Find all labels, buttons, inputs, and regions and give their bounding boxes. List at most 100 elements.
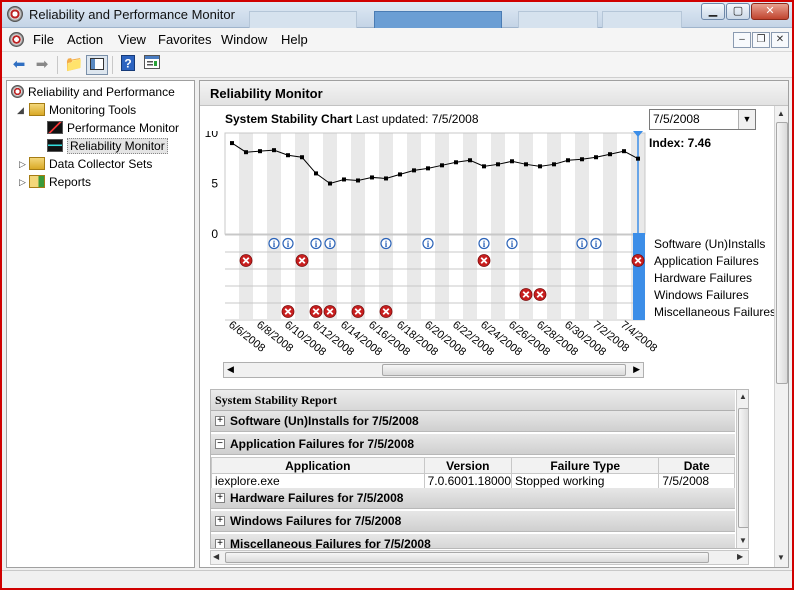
stability-data-point [286,153,290,158]
event-row-label: Windows Failures [654,288,749,302]
show-hide-tree-button[interactable] [86,55,108,75]
report-horizontal-scrollbar[interactable]: ◀ ▶ [210,550,749,565]
column-header-version[interactable]: Version [423,457,513,474]
expand-plus-icon[interactable]: + [215,516,225,526]
chart-scroll-thumb[interactable] [382,364,626,376]
tree-item-performance-monitor[interactable]: Performance Monitor [47,120,179,137]
event-row-label: Miscellaneous Failures [654,305,774,319]
section-hardware-failures[interactable]: + Hardware Failures for 7/5/2008 [211,488,735,509]
stability-data-point [496,162,500,167]
section-windows-failures[interactable]: + Windows Failures for 7/5/2008 [211,511,735,532]
selected-day-highlight [633,233,645,320]
stability-data-point [622,149,626,154]
reliability-monitor-icon [47,139,63,152]
menu-view[interactable]: View [118,32,146,47]
stability-data-point [510,159,514,164]
menu-window[interactable]: Window [221,32,267,47]
day-column-band [547,133,561,319]
panel-scroll-thumb[interactable] [776,122,788,384]
tree-item-reports[interactable]: Reports [29,174,91,191]
scroll-left-icon[interactable]: ◀ [213,552,219,561]
help-icon: ? [121,55,135,71]
close-button[interactable]: ✕ [751,3,789,20]
tree-item-monitoring-tools[interactable]: Monitoring Tools [29,102,136,119]
expand-arrow-icon[interactable]: ▷ [19,177,26,188]
scroll-down-icon[interactable]: ▼ [739,536,747,545]
app-window: Reliability and Performance Monitor ▁ ▢ … [0,0,794,590]
expand-plus-icon[interactable]: + [215,416,225,426]
toolbar: ⬅ ➡ 📁 ? [2,52,792,78]
system-stability-chart[interactable]: 10 5 0 Software (Un)Installs Application Fai… [200,131,774,361]
column-header-date[interactable]: Date [658,457,735,474]
status-bar [2,570,792,588]
stability-data-point [384,176,388,181]
collapse-minus-icon[interactable]: − [215,439,225,449]
menu-help[interactable]: Help [281,32,308,47]
minimize-icon: ▁ [708,5,718,17]
report-hscroll-thumb[interactable] [225,552,709,563]
window-title: Reliability and Performance Monitor [29,7,235,22]
back-button[interactable]: ⬅ [8,55,30,75]
scroll-right-icon[interactable]: ▶ [633,364,640,375]
stability-data-point [552,162,556,167]
restore-icon: ❐ [756,34,766,45]
dropdown-arrow-icon[interactable]: ▼ [738,110,755,129]
scroll-up-icon[interactable]: ▲ [739,392,747,401]
document-system-menu-icon[interactable] [9,32,24,47]
expand-plus-icon[interactable]: + [215,493,225,503]
menu-file[interactable]: File [33,32,54,47]
performance-monitor-icon [47,121,63,134]
maximize-button[interactable]: ▢ [726,3,750,20]
help-button[interactable]: ? [117,55,139,75]
scroll-right-icon[interactable]: ▶ [737,552,743,561]
day-column-band [351,133,365,319]
scroll-down-icon[interactable]: ▼ [777,553,785,562]
stability-data-point [398,172,402,177]
tree-item-reliability-and-performance[interactable]: Reliability and Performance [11,84,175,101]
title-bar[interactable]: Reliability and Performance Monitor ▁ ▢ … [2,2,792,28]
menu-action[interactable]: Action [67,32,103,47]
document-close-button[interactable]: ✕ [771,32,789,48]
section-software-installs[interactable]: + Software (Un)Installs for 7/5/2008 [211,411,735,432]
table-row[interactable]: iexplore.exe 7.0.6001.18000 Stopped work… [211,473,735,489]
forward-button[interactable]: ➡ [31,55,53,75]
section-label: Miscellaneous Failures for 7/5/2008 [230,537,431,549]
stability-data-point [524,162,528,167]
panel-vertical-scrollbar[interactable]: ▲ ▼ [774,106,788,567]
up-button[interactable]: 📁 [63,55,85,75]
tree-label: Reliability Monitor [67,138,168,154]
document-minimize-button[interactable]: – [733,32,751,48]
close-icon: ✕ [765,5,775,17]
stability-data-point [356,178,360,183]
cell-version: 7.0.6001.18000 [423,473,513,489]
scroll-up-icon[interactable]: ▲ [777,109,785,118]
chart-horizontal-scrollbar[interactable]: ◀ ▶ [223,362,644,378]
scroll-left-icon[interactable]: ◀ [227,364,234,375]
stability-data-point [440,163,444,168]
reports-icon [29,175,45,188]
tree-item-reliability-monitor[interactable]: Reliability Monitor [47,138,168,155]
section-miscellaneous-failures[interactable]: + Miscellaneous Failures for 7/5/2008 [211,534,735,549]
document-restore-button[interactable]: ❐ [752,32,770,48]
report-vertical-scrollbar[interactable]: ▲ ▼ [736,390,748,548]
tree-item-data-collector-sets[interactable]: Data Collector Sets [29,156,152,173]
collapse-arrow-icon[interactable]: ◢ [17,105,24,116]
background-window-tab [518,11,598,28]
y-tick-label: 0 [211,227,218,241]
section-application-failures[interactable]: − Application Failures for 7/5/2008 [211,434,735,455]
column-header-application[interactable]: Application [211,457,425,474]
report-scroll-thumb[interactable] [738,408,748,528]
menu-favorites[interactable]: Favorites [158,32,211,47]
expand-plus-icon[interactable]: + [215,539,225,548]
day-column-band [295,133,309,319]
system-stability-report: System Stability Report + Software (Un)In… [210,389,749,549]
stability-data-point [636,156,640,161]
expand-arrow-icon[interactable]: ▷ [19,159,26,170]
date-selector[interactable]: 7/5/2008 ▼ [649,109,756,130]
reliability-monitor-panel: Reliability Monitor System Stability Cha… [199,80,789,568]
properties-button[interactable] [141,55,163,75]
column-header-failure-type[interactable]: Failure Type [511,457,660,474]
event-row-label: Hardware Failures [654,271,752,285]
minimize-button[interactable]: ▁ [701,3,725,20]
stability-data-point [426,166,430,171]
